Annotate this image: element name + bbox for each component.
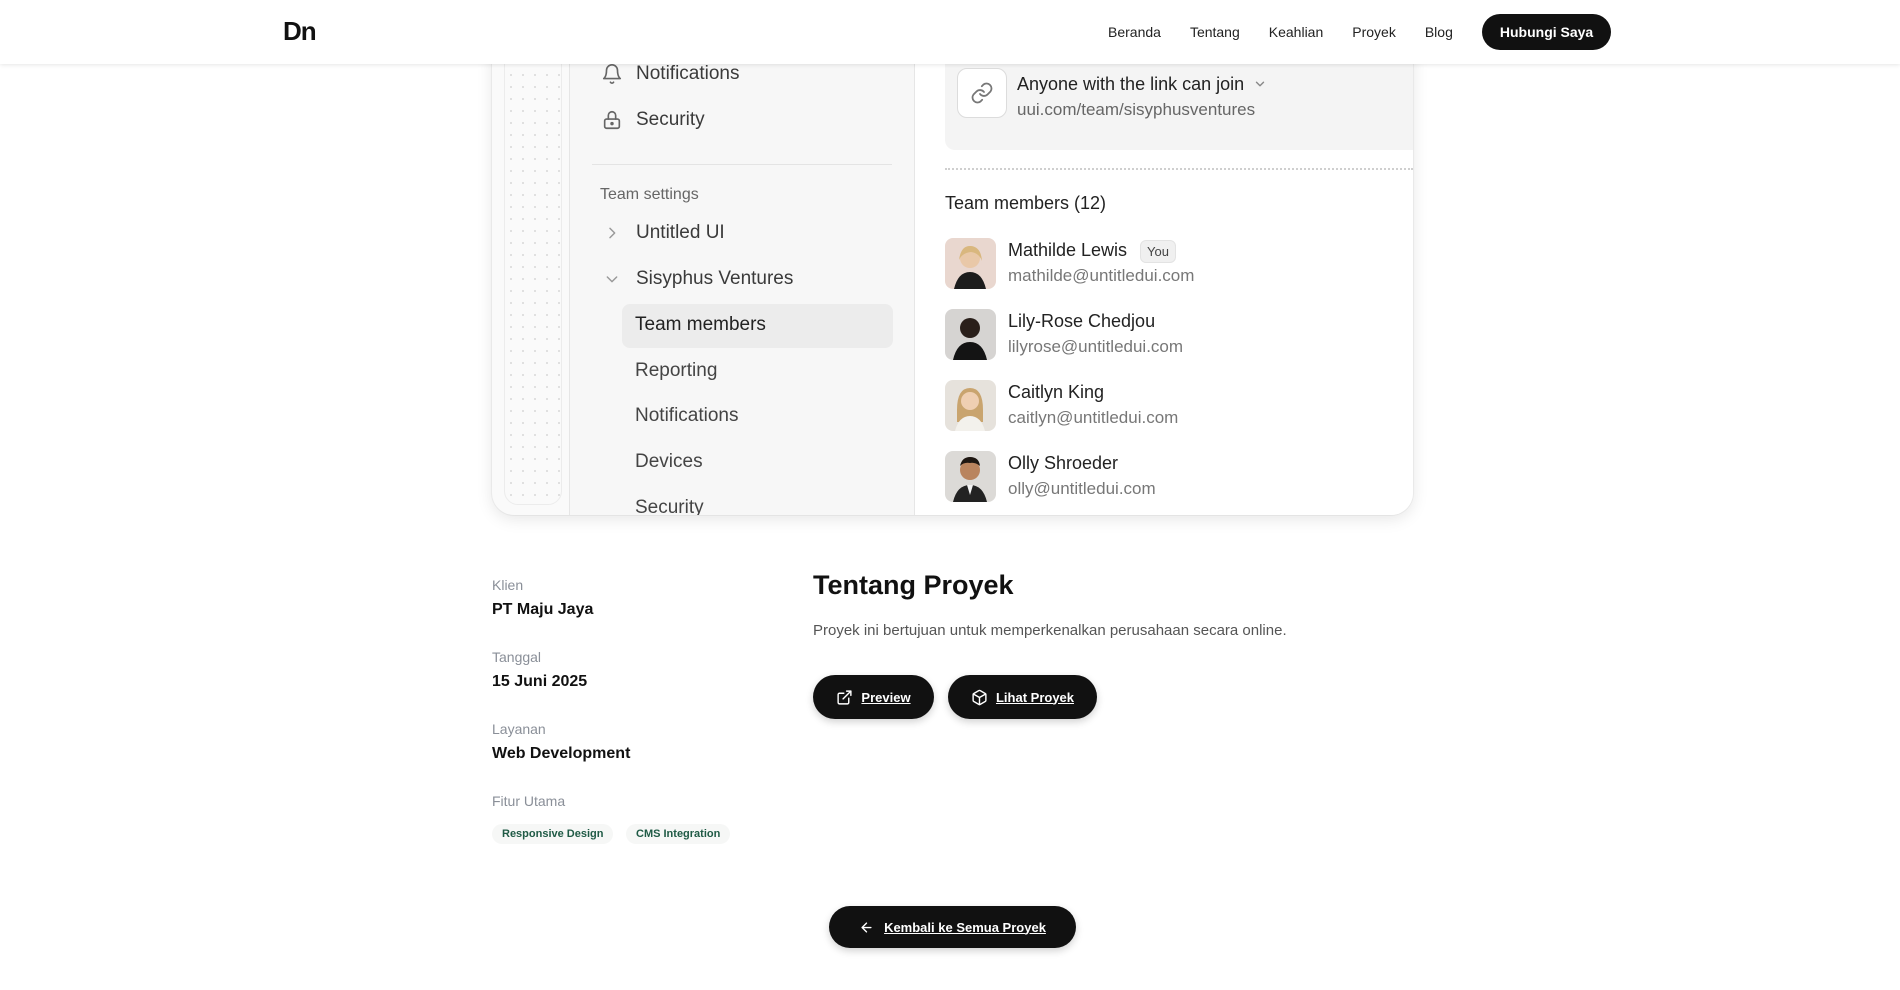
mockup-sub-item-security: Security <box>635 497 704 515</box>
mockup-sub-item-notifications: Notifications <box>635 405 739 426</box>
arrow-left-icon <box>859 920 874 935</box>
link-icon <box>957 68 1007 118</box>
mockup-member-email: caitlyn@untitledui.com <box>1008 408 1179 427</box>
mockup-team-sisyphus: Sisyphus Ventures <box>600 267 793 291</box>
mockup-link-title-text: Anyone with the link can join <box>1017 74 1245 94</box>
features-label: Fitur Utama <box>492 793 566 809</box>
mockup-sidebar-item-notifications: Notifications <box>600 62 740 86</box>
mockup-member-row: Lily-Rose Chedjou lilyrose@untitledui.co… <box>945 309 1405 361</box>
mockup-member-row: Olly Shroeder olly@untitledui.com <box>945 451 1405 503</box>
preview-button[interactable]: Preview <box>813 675 934 719</box>
mockup-invite-link: Anyone with the link can join uui.com/te… <box>945 54 1413 150</box>
client-label: Klien <box>492 577 524 593</box>
service-value: Web Development <box>492 745 631 762</box>
mockup-sidebar-item-label: Security <box>636 109 705 130</box>
site-header: Dn Beranda Tentang Keahlian Proyek Blog … <box>0 0 1900 64</box>
nav-link-beranda[interactable]: Beranda <box>1108 24 1161 40</box>
site-logo[interactable]: Dn <box>283 16 317 47</box>
contact-button[interactable]: Hubungi Saya <box>1481 14 1612 50</box>
view-project-button[interactable]: Lihat Proyek <box>948 675 1097 719</box>
mockup-main-panel: Anyone with the link can join uui.com/te… <box>915 0 1413 515</box>
mockup-member-name: Olly Shroeder <box>1008 453 1119 473</box>
lock-icon <box>600 108 624 132</box>
mockup-sub-item-devices: Devices <box>635 451 703 472</box>
mockup-link-title: Anyone with the link can join <box>1017 74 1267 96</box>
mockup-members-title: Team members (12) <box>945 193 1107 213</box>
avatar <box>945 451 996 502</box>
mockup-sub-item-reporting: Reporting <box>635 360 718 381</box>
mockup-member-name: Lily-Rose Chedjou <box>1008 311 1156 331</box>
mockup-team-label: Sisyphus Ventures <box>636 268 794 289</box>
view-project-button-label: Lihat Proyek <box>995 689 1075 705</box>
mockup-member-email: olly@untitledui.com <box>1008 479 1156 498</box>
mockup-member-row: Mathilde Lewis You mathilde@untitledui.c… <box>945 238 1405 290</box>
mockup-member-name: Caitlyn King <box>1008 382 1105 402</box>
date-label: Tanggal <box>492 649 542 665</box>
back-button-label: Kembali ke Semua Proyek <box>884 919 1046 935</box>
mockup-team-untitled-ui: Untitled UI <box>600 221 725 245</box>
mockup-member-name: Mathilde Lewis <box>1008 240 1128 260</box>
client-value: PT Maju Jaya <box>492 601 594 618</box>
avatar <box>945 380 996 431</box>
you-badge: You <box>1140 240 1176 263</box>
avatar <box>945 309 996 360</box>
feature-tag: Responsive Design <box>492 824 614 844</box>
nav-link-proyek[interactable]: Proyek <box>1352 24 1396 40</box>
mockup-member-email: mathilde@untitledui.com <box>1008 266 1195 285</box>
bell-icon <box>600 62 624 86</box>
mockup-sidebar-divider <box>592 164 892 165</box>
mockup-sub-item-team-members: Team members <box>635 314 766 335</box>
date-value: 15 Juni 2025 <box>492 673 588 690</box>
mockup-sidebar-heading: Team settings <box>600 186 699 203</box>
mockup-link-url: uui.com/team/sisyphusventures <box>1017 100 1256 119</box>
about-title: Tentang Proyek <box>813 570 1014 600</box>
mockup-team-label: Untitled UI <box>636 222 725 243</box>
project-screenshot: Notifications Security Team settings Unt… <box>492 0 1413 515</box>
mockup-member-email: lilyrose@untitledui.com <box>1008 337 1184 356</box>
external-link-icon <box>836 689 853 706</box>
mockup-sidebar-item-label: Notifications <box>636 63 740 84</box>
service-label: Layanan <box>492 721 546 737</box>
main-nav: Beranda Tentang Keahlian Proyek Blog Hub… <box>1108 0 1612 64</box>
mockup-sidebar: Notifications Security Team settings Unt… <box>569 0 915 515</box>
nav-link-tentang[interactable]: Tentang <box>1190 24 1240 40</box>
preview-button-label: Preview <box>861 689 911 705</box>
avatar <box>945 238 996 289</box>
box-icon <box>971 689 988 706</box>
nav-link-keahlian[interactable]: Keahlian <box>1269 24 1324 40</box>
chevron-right-icon <box>600 221 624 245</box>
nav-link-blog[interactable]: Blog <box>1425 24 1453 40</box>
back-to-projects-button[interactable]: Kembali ke Semua Proyek <box>829 906 1076 948</box>
chevron-down-icon <box>1253 75 1267 96</box>
chevron-down-icon <box>600 267 624 291</box>
mockup-sidebar-item-security: Security <box>600 108 705 132</box>
feature-tag: CMS Integration <box>626 824 731 844</box>
mockup-dotted-divider <box>945 168 1413 170</box>
mockup-member-row: Caitlyn King caitlyn@untitledui.com <box>945 380 1405 432</box>
mockup-dotted-rail <box>504 0 562 505</box>
about-text: Proyek ini bertujuan untuk memperkenalka… <box>813 622 1287 639</box>
